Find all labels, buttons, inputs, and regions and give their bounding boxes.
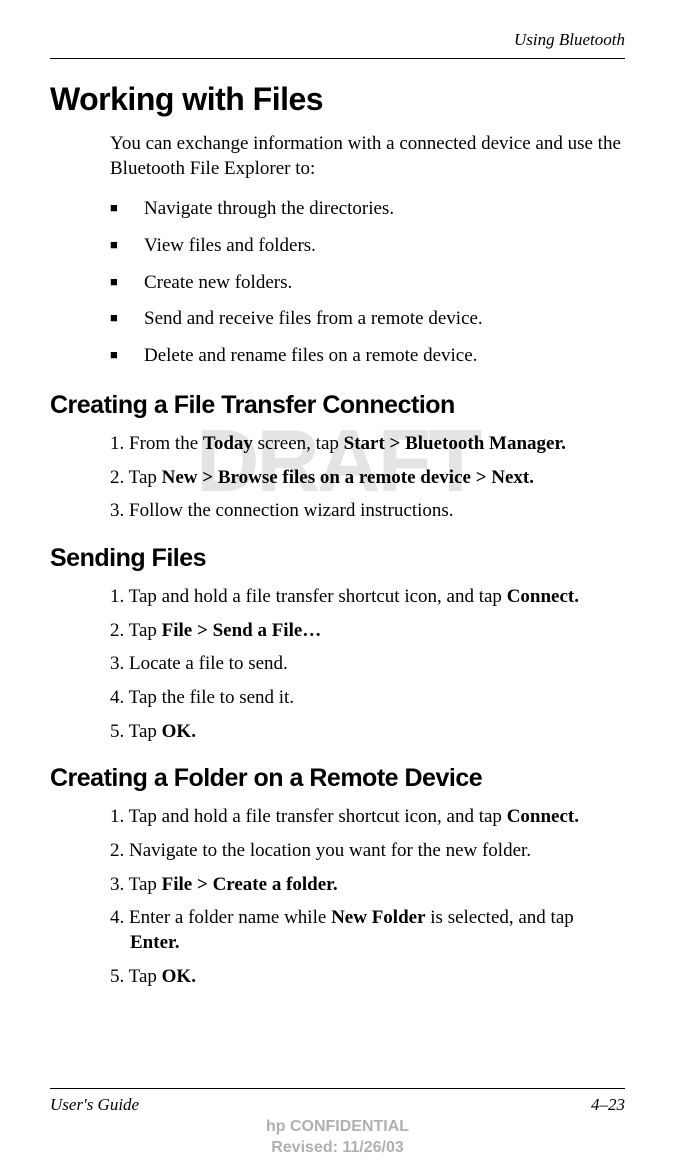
list-item: 4. Enter a folder name while New Folder … <box>130 906 625 955</box>
section-heading: Sending Files <box>50 544 625 573</box>
list-item: 3. Locate a file to send. <box>130 652 625 677</box>
list-item: 3. Follow the connection wizard instruct… <box>130 499 625 524</box>
confidential-line-2: Revised: 11/26/03 <box>0 1138 675 1159</box>
list-item: 3. Tap File > Create a folder. <box>130 873 625 898</box>
steps-list: 1. Tap and hold a file transfer shortcut… <box>130 585 625 744</box>
list-item: 2. Tap File > Send a File… <box>130 619 625 644</box>
list-item: 1. From the Today screen, tap Start > Bl… <box>130 432 625 457</box>
running-header: Using Bluetooth <box>50 30 625 50</box>
footer-rule <box>50 1088 625 1089</box>
list-item: Send and receive files from a remote dev… <box>110 307 625 332</box>
steps-list: 1. Tap and hold a file transfer shortcut… <box>130 805 625 989</box>
list-item: 5. Tap OK. <box>130 720 625 745</box>
list-item: View files and folders. <box>110 234 625 259</box>
list-item: 2. Navigate to the location you want for… <box>130 839 625 864</box>
section-heading: Creating a File Transfer Connection <box>50 391 625 420</box>
feature-bullet-list: Navigate through the directories. View f… <box>110 197 625 368</box>
list-item: Delete and rename files on a remote devi… <box>110 344 625 369</box>
footer-left: User's Guide <box>50 1095 139 1115</box>
steps-list: 1. From the Today screen, tap Start > Bl… <box>130 432 625 524</box>
list-item: 4. Tap the file to send it. <box>130 686 625 711</box>
page-title: Working with Files <box>50 81 625 118</box>
list-item: 5. Tap OK. <box>130 965 625 990</box>
confidential-notice: hp CONFIDENTIAL Revised: 11/26/03 <box>0 1117 675 1159</box>
page-footer: User's Guide 4–23 <box>50 1088 625 1115</box>
header-rule <box>50 58 625 59</box>
list-item: 2. Tap New > Browse files on a remote de… <box>130 466 625 491</box>
page-content: Using Bluetooth Working with Files You c… <box>50 30 625 989</box>
intro-paragraph: You can exchange information with a conn… <box>110 132 625 181</box>
list-item: 1. Tap and hold a file transfer shortcut… <box>130 805 625 830</box>
list-item: Navigate through the directories. <box>110 197 625 222</box>
list-item: 1. Tap and hold a file transfer shortcut… <box>130 585 625 610</box>
list-item: Create new folders. <box>110 271 625 296</box>
confidential-line-1: hp CONFIDENTIAL <box>0 1117 675 1138</box>
footer-right: 4–23 <box>591 1095 625 1115</box>
section-heading: Creating a Folder on a Remote Device <box>50 764 625 793</box>
